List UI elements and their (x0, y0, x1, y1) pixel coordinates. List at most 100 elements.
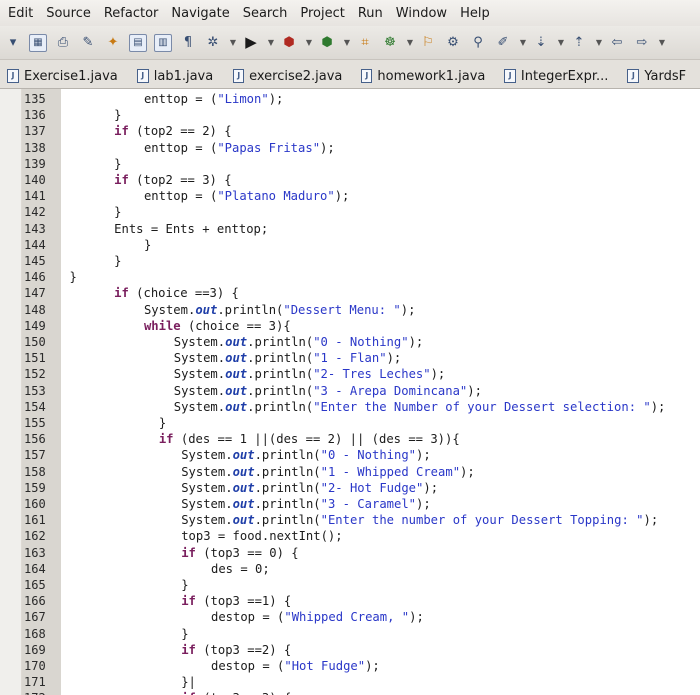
code-line[interactable]: System.out.println("0 - Nothing"); (181, 447, 431, 463)
chevron-down-icon[interactable]: ▼ (267, 34, 275, 52)
folder-icon[interactable]: ⚐ (419, 34, 437, 52)
menu-help[interactable]: Help (460, 6, 490, 21)
debug-icon[interactable]: ✎ (79, 34, 97, 52)
tab-label: homework1.java (377, 68, 486, 84)
code-line[interactable]: System.out.println("Enter the number of … (181, 512, 658, 528)
menu-bar: Edit Source Refactor Navigate Search Project R… (0, 0, 700, 26)
menu-refactor[interactable]: Refactor (104, 6, 159, 21)
code-line[interactable]: System.out.println("Dessert Menu: "); (144, 302, 416, 318)
line-number: 148 (24, 302, 46, 317)
back-icon[interactable]: ⇦ (608, 34, 626, 52)
line-number: 158 (24, 464, 46, 479)
line-number: 152 (24, 367, 46, 382)
chevron-down-icon[interactable]: ▼ (557, 34, 565, 52)
save-icon[interactable]: ▦ (29, 33, 47, 52)
line-number: 145 (24, 254, 46, 268)
line-number: 150 (24, 335, 46, 349)
menu-project[interactable]: Project (300, 6, 344, 21)
code-line[interactable]: while (choice == 3){ (144, 318, 291, 334)
chevron-down-icon[interactable]: ▼ (658, 34, 666, 52)
code-line[interactable]: } (114, 156, 121, 172)
code-line[interactable]: } (114, 253, 121, 269)
tab-exercise1[interactable]: J Exercise1.java (0, 63, 127, 88)
code-line[interactable]: destop = ("Whipped Cream, "); (211, 609, 424, 625)
code-line[interactable]: if (top3 ==3) { (181, 690, 291, 695)
menu-navigate[interactable]: Navigate (171, 6, 229, 21)
code-line[interactable]: des = 0; (211, 561, 270, 577)
code-line[interactable]: } (159, 415, 166, 431)
code-editor[interactable]: 135 enttop = ("Limon"); 136} 137 if (top2 ==… (0, 89, 700, 695)
tab-exercise2[interactable]: J exercise2.java (226, 63, 351, 88)
show-whitespace-icon[interactable]: ¶ (179, 34, 197, 52)
chevron-down-icon[interactable]: ▼ (406, 34, 414, 52)
globe-icon[interactable]: ⚙ (444, 34, 462, 52)
chevron-down-icon[interactable]: ▼ (229, 34, 237, 52)
tab-yardsf[interactable]: J YardsF (620, 63, 697, 88)
code-line[interactable]: if (top3 == 0) { (181, 545, 298, 561)
forward-icon[interactable]: ⇨ (633, 34, 651, 52)
code-line[interactable]: } (181, 577, 188, 593)
line-number: 149 (24, 318, 46, 333)
java-file-icon: J (504, 69, 516, 83)
code-line[interactable]: enttop = ("Papas Fritas"); (144, 140, 335, 156)
code-line[interactable]: if (top2 == 3) { (114, 172, 231, 188)
code-line[interactable]: if (top2 == 2) { (114, 123, 231, 139)
java-file-icon: J (361, 69, 373, 83)
run-config-icon[interactable]: ⬢ (280, 34, 298, 52)
external-tools-icon[interactable]: ⬢ (318, 34, 336, 52)
chevron-down-icon[interactable]: ▼ (343, 34, 351, 52)
tab-integer-expr[interactable]: J IntegerExpr... (497, 63, 617, 88)
debug-run-icon[interactable]: ✲ (204, 34, 222, 52)
code-line[interactable]: System.out.println("0 - Nothing"); (174, 334, 424, 350)
code-line[interactable]: if (des == 1 ||(des == 2) || (des == 3))… (159, 431, 460, 447)
code-line[interactable]: if (top3 ==2) { (181, 642, 291, 658)
console-icon[interactable]: ▤ (129, 33, 147, 52)
code-line[interactable]: } (144, 237, 151, 253)
menu-source[interactable]: Source (46, 6, 91, 21)
code-line[interactable]: } (69, 269, 76, 285)
line-number: 142 (24, 205, 46, 220)
code-line[interactable]: System.out.println("2- Hot Fudge"); (181, 480, 438, 496)
code-line[interactable]: enttop = ("Limon"); (144, 91, 283, 107)
package-icon[interactable]: ✦ (104, 34, 122, 52)
menu-window[interactable]: Window (396, 6, 447, 21)
menu-search[interactable]: Search (243, 6, 288, 21)
menu-run[interactable]: Run (358, 6, 383, 21)
new-class-icon[interactable]: ⌗ (356, 34, 374, 52)
code-line[interactable]: System.out.println("1 - Flan"); (174, 350, 402, 366)
chevron-down-icon[interactable]: ▼ (595, 34, 603, 52)
code-line[interactable]: top3 = food.nextInt(); (181, 528, 342, 544)
prev-annotation-icon[interactable]: ⇡ (570, 34, 588, 52)
code-line[interactable]: } (114, 204, 121, 220)
code-line[interactable]: destop = ("Hot Fudge"); (211, 658, 380, 674)
tab-homework1[interactable]: J homework1.java (354, 63, 494, 88)
pencil-icon[interactable]: ✐ (494, 34, 512, 52)
code-line[interactable]: System.out.println("1 - Whipped Cream"); (181, 464, 475, 480)
java-file-icon: J (7, 69, 19, 83)
menu-edit[interactable]: Edit (8, 6, 33, 21)
chevron-down-icon[interactable]: ▼ (305, 34, 313, 52)
code-line[interactable]: Ents = Ents + enttop; (114, 221, 268, 237)
coverage-icon[interactable]: ☸ (381, 34, 399, 52)
run-icon[interactable]: ▶ (242, 34, 260, 52)
code-line[interactable]: } (181, 626, 188, 642)
code-line[interactable]: System.out.println("3 - Caramel"); (181, 496, 431, 512)
code-line[interactable]: if (choice ==3) { (114, 285, 239, 301)
new-icon[interactable]: ▾ (4, 34, 22, 52)
tab-lab1[interactable]: J lab1.java (130, 63, 224, 88)
code-line[interactable]: System.out.println("2- Tres Leches"); (174, 366, 446, 382)
code-line[interactable]: if (top3 ==1) { (181, 593, 291, 609)
next-annotation-icon[interactable]: ⇣ (532, 34, 550, 52)
print-icon[interactable]: ⎙ (54, 34, 72, 52)
code-line[interactable]: System.out.println("3 - Arepa Domincana"… (174, 383, 482, 399)
search-icon[interactable]: ⚲ (469, 34, 487, 52)
chevron-down-icon[interactable]: ▼ (519, 34, 527, 52)
code-line[interactable]: }| (181, 674, 196, 690)
code-line[interactable]: System.out.println("Enter the Number of … (174, 399, 666, 415)
code-line[interactable]: enttop = ("Platano Maduro"); (144, 188, 349, 204)
pilcrow-icon[interactable]: ▥ (154, 33, 172, 52)
code-line[interactable]: } (114, 107, 121, 123)
line-number: 172 (24, 690, 62, 695)
line-number: 164 (24, 561, 46, 576)
tab-label: YardsF (644, 68, 687, 84)
